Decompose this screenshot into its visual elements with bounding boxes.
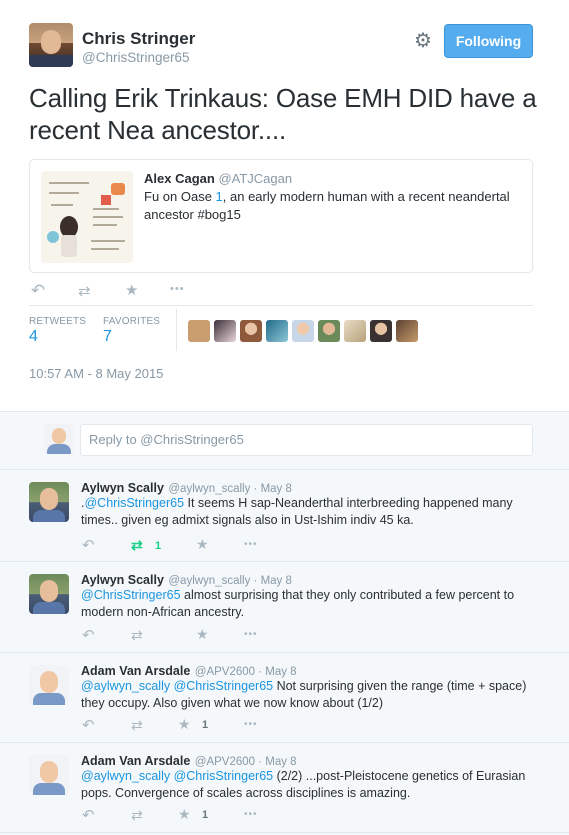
favoriter-avatar[interactable] xyxy=(396,320,418,342)
reply-icon[interactable]: ↶ xyxy=(82,626,95,644)
stats-divider xyxy=(176,309,177,351)
reply-text: .@ChrisStringer65 It seems H sap-Neander… xyxy=(81,495,551,529)
reply-meta[interactable]: @aylwyn_scally · May 8 xyxy=(168,575,292,587)
reply-text-post: almost surprising that they only contrib… xyxy=(180,588,515,602)
favorite-count: 1 xyxy=(202,719,209,731)
favoriter-avatar[interactable] xyxy=(318,320,340,342)
reply-icon[interactable]: ↶ xyxy=(82,806,95,824)
retweet-icon[interactable]: ⇄ xyxy=(131,627,143,644)
retweets-count[interactable]: 4 xyxy=(29,328,38,346)
more-icon[interactable]: ••• xyxy=(244,539,258,550)
quoted-text-link[interactable]: 1 xyxy=(216,189,223,204)
reply-text-line2: modern non-African ancestry. xyxy=(81,605,245,619)
reply-mention[interactable]: @ChrisStringer65 xyxy=(84,496,184,510)
favoriter-avatar[interactable] xyxy=(240,320,262,342)
quoted-author[interactable]: Alex Cagan @ATJCagan xyxy=(144,171,292,186)
reply-text-post: It seems H sap-Neanderthal interbreeding… xyxy=(184,496,513,510)
reply-author-name[interactable]: Adam Van Arsdale xyxy=(81,664,190,678)
retweet-count: 1 xyxy=(155,540,162,552)
divider xyxy=(0,742,569,743)
reply-mention[interactable]: @aylwyn_scally @ChrisStringer65 xyxy=(81,679,273,693)
retweet-icon[interactable]: ⇄ xyxy=(131,537,143,554)
more-icon[interactable]: ••• xyxy=(244,629,258,640)
quoted-handle[interactable]: @ATJCagan xyxy=(218,171,292,186)
reply-icon[interactable]: ↶ xyxy=(31,281,45,301)
author-avatar[interactable] xyxy=(29,23,73,67)
quoted-name[interactable]: Alex Cagan xyxy=(144,171,215,186)
following-button[interactable]: Following xyxy=(444,24,533,58)
favoriter-avatar[interactable] xyxy=(292,320,314,342)
reply-input[interactable]: Reply to @ChrisStringer65 xyxy=(80,424,533,456)
retweet-icon[interactable]: ⇄ xyxy=(131,807,143,824)
more-icon[interactable]: ••• xyxy=(244,719,258,730)
favorite-icon[interactable]: ★ xyxy=(178,716,191,733)
reply-author-name[interactable]: Aylwyn Scally xyxy=(81,481,164,495)
quoted-text-pre: Fu on Oase xyxy=(144,189,216,204)
favorite-icon[interactable]: ★ xyxy=(196,626,209,643)
favoriter-avatar[interactable] xyxy=(344,320,366,342)
favoriter-avatar[interactable] xyxy=(370,320,392,342)
favorite-icon[interactable]: ★ xyxy=(196,536,209,553)
quoted-text: Fu on Oase 1, an early modern human with… xyxy=(144,188,524,224)
favoriter-avatar[interactable] xyxy=(188,320,210,342)
tweet-text: Calling Erik Trinkaus: Oase EMH DID have… xyxy=(29,82,549,146)
current-user-avatar xyxy=(44,424,74,454)
reply-text: @aylwyn_scally @ChrisStringer65 Not surp… xyxy=(81,678,551,712)
reply-avatar[interactable] xyxy=(29,665,69,705)
reply-text-post: (2/2) ...post-Pleistocene genetics of Eu… xyxy=(273,769,526,783)
favorites-label[interactable]: FAVORITES xyxy=(103,316,160,327)
divider xyxy=(0,832,569,833)
tweet-timestamp[interactable]: 10:57 AM - 8 May 2015 xyxy=(29,366,163,381)
reply-avatar[interactable] xyxy=(29,755,69,795)
reply-icon[interactable]: ↶ xyxy=(82,716,95,734)
divider xyxy=(29,305,533,306)
more-icon[interactable]: ••• xyxy=(170,283,185,295)
reply-meta[interactable]: @APV2600 · May 8 xyxy=(195,666,297,678)
author-handle[interactable]: @ChrisStringer65 xyxy=(82,50,190,65)
favorite-icon[interactable]: ★ xyxy=(178,806,191,823)
reply-avatar[interactable] xyxy=(29,482,69,522)
reply-meta[interactable]: @APV2600 · May 8 xyxy=(195,756,297,768)
favorite-count: 1 xyxy=(202,809,209,821)
reply-mention[interactable]: @aylwyn_scally @ChrisStringer65 xyxy=(81,769,273,783)
divider xyxy=(0,561,569,562)
reply-mention[interactable]: @ChrisStringer65 xyxy=(81,588,181,602)
reply-icon[interactable]: ↶ xyxy=(82,536,95,554)
retweets-label[interactable]: RETWEETS xyxy=(29,316,86,327)
reply-avatar[interactable] xyxy=(29,574,69,614)
tweet-text-line: recent Nea ancestor.... xyxy=(29,115,286,145)
quoted-text-post: , an early modern human with a recent ne… xyxy=(222,189,510,204)
quoted-tweet-image[interactable] xyxy=(41,171,133,263)
reply-text-post: Not surprising given the range (time + s… xyxy=(273,679,527,693)
reply-text-line2: times.. given eg admixt signals also in … xyxy=(81,513,414,527)
author-name[interactable]: Chris Stringer xyxy=(82,29,195,49)
favoriter-avatar[interactable] xyxy=(266,320,288,342)
reply-author-name[interactable]: Adam Van Arsdale xyxy=(81,754,190,768)
retweet-icon[interactable]: ⇄ xyxy=(131,717,143,734)
reply-text-line2: they occupy. Also given what we now know… xyxy=(81,696,384,710)
reply-meta[interactable]: @aylwyn_scally · May 8 xyxy=(168,483,292,495)
favorites-count[interactable]: 7 xyxy=(103,328,112,346)
reply-text-line2: pops. Convergence of scales across disci… xyxy=(81,786,411,800)
reply-author-name[interactable]: Aylwyn Scally xyxy=(81,573,164,587)
reply-text: @ChrisStringer65 almost surprising that … xyxy=(81,587,551,621)
favoriter-avatar[interactable] xyxy=(214,320,236,342)
divider xyxy=(0,652,569,653)
retweet-icon[interactable]: ⇄ xyxy=(78,282,91,300)
quoted-text-line2: ancestor #bog15 xyxy=(144,207,241,222)
divider xyxy=(0,469,569,470)
more-icon[interactable]: ••• xyxy=(244,809,258,820)
tweet-text-line: Calling Erik Trinkaus: Oase EMH DID have… xyxy=(29,83,537,113)
favorite-icon[interactable]: ★ xyxy=(125,281,138,299)
gear-icon[interactable]: ⚙ xyxy=(414,28,432,53)
reply-text: @aylwyn_scally @ChrisStringer65 (2/2) ..… xyxy=(81,768,551,802)
